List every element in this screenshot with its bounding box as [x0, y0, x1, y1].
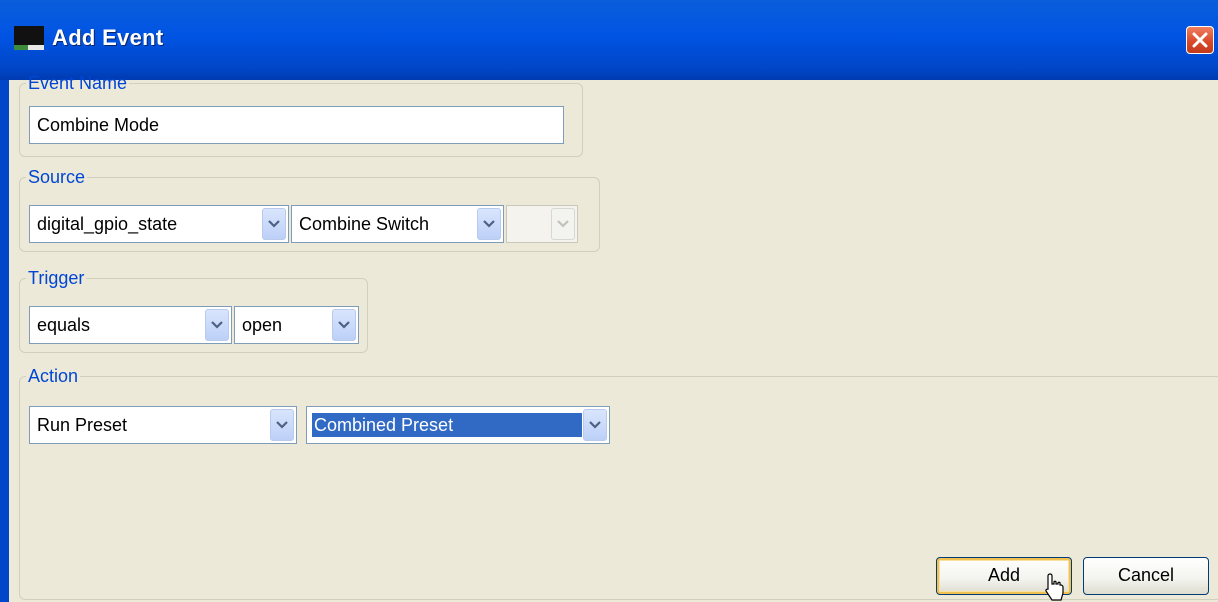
source-extra-value [512, 212, 514, 236]
trigger-value-value: open [242, 315, 283, 335]
dropdown-button[interactable] [477, 208, 501, 240]
chevron-down-icon [338, 321, 350, 329]
chevron-down-icon [589, 421, 601, 429]
dropdown-button[interactable] [583, 409, 607, 441]
window-title: Add Event [52, 25, 164, 50]
action-type-select[interactable]: Run Preset [29, 406, 297, 444]
action-preset-select[interactable]: Combined Preset [306, 406, 610, 444]
chevron-down-icon [557, 220, 569, 228]
trigger-operator-value: equals [37, 315, 91, 335]
close-icon [1192, 32, 1208, 48]
action-preset-value: Combined Preset [312, 413, 582, 437]
title-bar[interactable]: Add Event [0, 0, 1218, 82]
action-legend: Action [28, 366, 79, 386]
close-button[interactable] [1186, 26, 1214, 54]
source-legend: Source [28, 167, 86, 187]
chevron-down-icon [268, 220, 280, 228]
chevron-down-icon [276, 421, 288, 429]
chevron-down-icon [483, 220, 495, 228]
chevron-down-icon [211, 321, 223, 329]
dropdown-button [551, 208, 575, 240]
cancel-button[interactable]: Cancel [1083, 557, 1209, 595]
window-border [0, 80, 9, 602]
source-extra-select [506, 205, 578, 243]
source-field-select[interactable]: digital_gpio_state [29, 205, 289, 243]
application-icon [14, 26, 44, 50]
trigger-legend: Trigger [28, 268, 85, 288]
dropdown-button[interactable] [332, 309, 356, 341]
dialog-body: Event Name Combine Mode Source digital_g… [9, 74, 1218, 602]
dropdown-button[interactable] [262, 208, 286, 240]
source-item-select[interactable]: Combine Switch [291, 205, 504, 243]
dropdown-button[interactable] [205, 309, 229, 341]
dropdown-button[interactable] [270, 409, 294, 441]
trigger-operator-select[interactable]: equals [29, 306, 232, 344]
action-type-value: Run Preset [37, 415, 128, 435]
event-name-input[interactable]: Combine Mode [29, 106, 564, 144]
mouse-cursor [1045, 573, 1064, 601]
source-field-value: digital_gpio_state [37, 214, 178, 234]
trigger-value-select[interactable]: open [234, 306, 359, 344]
event-name-legend: Event Name [28, 73, 128, 93]
source-item-value: Combine Switch [299, 214, 430, 234]
